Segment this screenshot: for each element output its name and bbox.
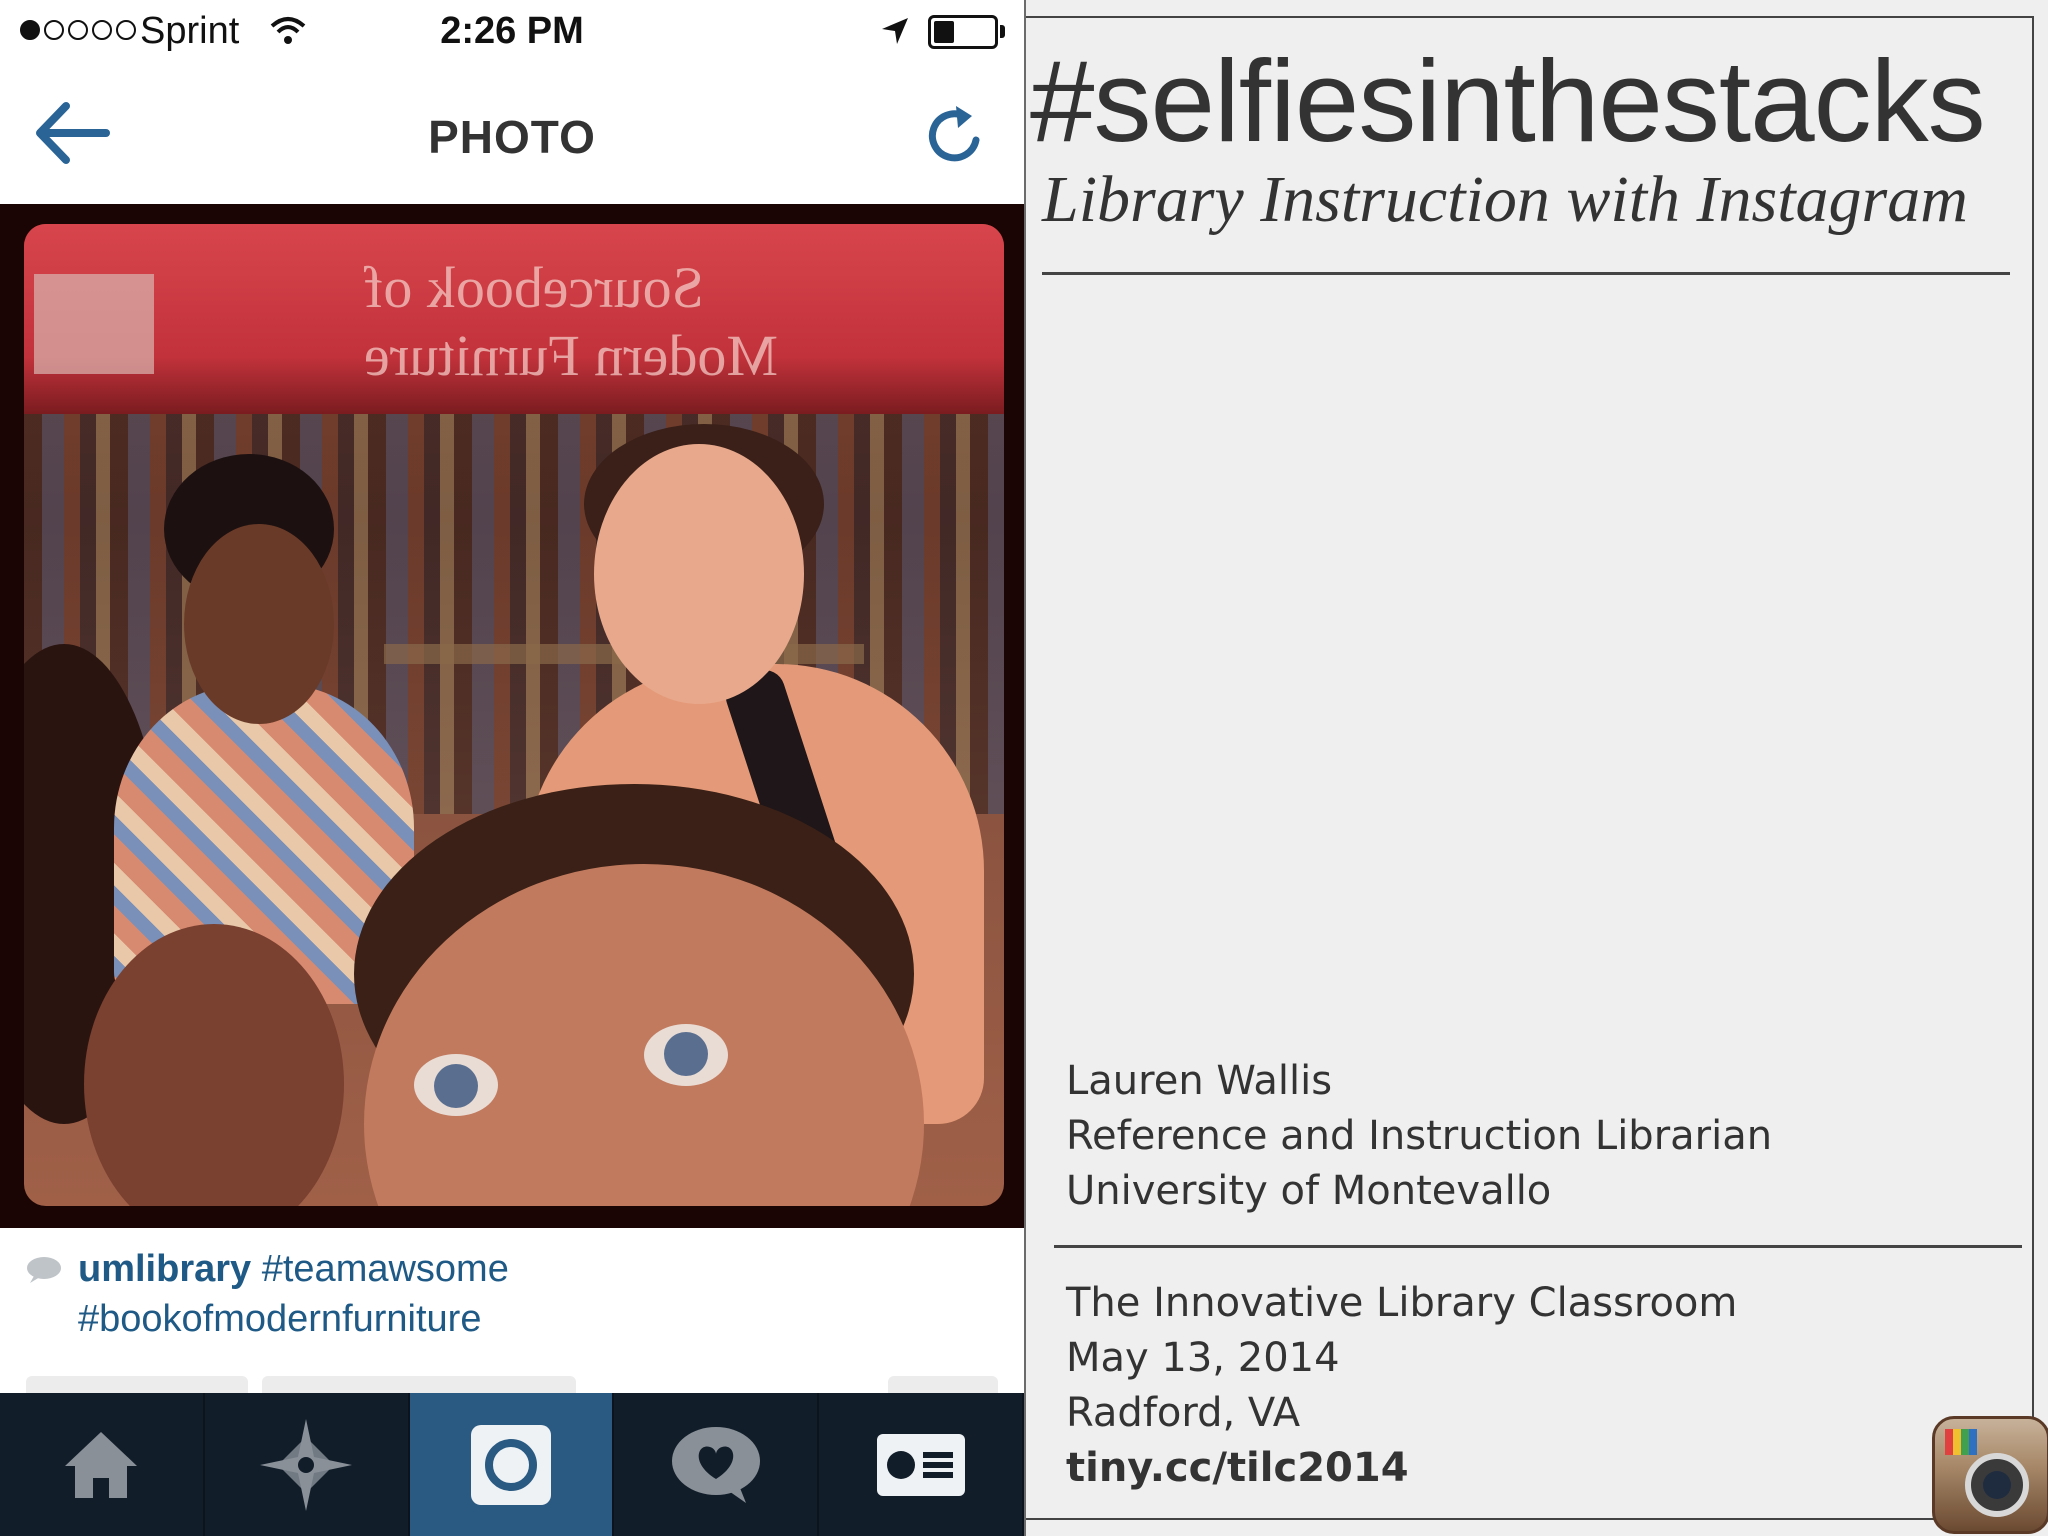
- battery-icon: [928, 15, 998, 49]
- tab-home[interactable]: [0, 1393, 205, 1536]
- profile-card-icon: [875, 1432, 967, 1498]
- event-date: May 13, 2014: [1066, 1335, 1340, 1381]
- selfie-photo[interactable]: Sourcebook of Modern Furniture: [24, 224, 1004, 1206]
- tab-explore[interactable]: [205, 1393, 410, 1536]
- status-time: 2:26 PM: [440, 10, 584, 52]
- sign-line-1: Sourcebook of: [364, 255, 704, 320]
- presenter-role: Reference and Instruction Librarian: [1066, 1113, 1773, 1159]
- explore-star-icon: [258, 1417, 354, 1513]
- event-info: The Innovative Library Classroom May 13,…: [1066, 1276, 1737, 1496]
- caption-username-link[interactable]: umlibrary: [78, 1248, 251, 1290]
- presentation-slide: #selfiesinthestacks Library Instruction …: [1024, 0, 2048, 1536]
- presenter-info: Lauren Wallis Reference and Instruction …: [1066, 1054, 1772, 1219]
- event-link[interactable]: tiny.cc/tilc2014: [1066, 1441, 1737, 1496]
- eye-right: [644, 1024, 728, 1086]
- eye-left: [414, 1054, 498, 1116]
- photo-caption: umlibrary #teamawsome #bookofmodernfurni…: [0, 1228, 1024, 1396]
- shelf-sign: Sourcebook of Modern Furniture: [24, 224, 1004, 414]
- activity-heart-icon: [670, 1425, 762, 1505]
- tab-profile[interactable]: [819, 1393, 1024, 1536]
- person-back-right-face: [594, 444, 804, 704]
- status-bar: Sprint 2:26 PM: [0, 0, 1024, 64]
- comment-bubble-icon: [26, 1256, 62, 1284]
- sign-line-2: Modern Furniture: [364, 323, 778, 388]
- photo-frame: Sourcebook of Modern Furniture: [0, 204, 1024, 1228]
- divider-top: [1042, 272, 2010, 275]
- event-name: The Innovative Library Classroom: [1066, 1280, 1738, 1326]
- person-back-left-face: [184, 524, 334, 724]
- page-title: PHOTO: [428, 111, 596, 163]
- navigation-bar: PHOTO: [0, 64, 1024, 204]
- hashtag-bookofmodernfurniture[interactable]: #bookofmodernfurniture: [78, 1298, 481, 1340]
- instagram-logo-icon: [1932, 1416, 2048, 1534]
- slide-title: #selfiesinthestacks: [1030, 36, 1986, 166]
- tab-bar: [0, 1393, 1024, 1536]
- refresh-icon[interactable]: [920, 100, 990, 170]
- presenter-name: Lauren Wallis: [1066, 1058, 1333, 1104]
- camera-icon: [469, 1423, 553, 1507]
- shelf-label-sticker: [34, 274, 154, 374]
- caption-line-2: #bookofmodernfurniture: [78, 1298, 481, 1341]
- event-location: Radford, VA: [1066, 1390, 1301, 1436]
- slide-subtitle: Library Instruction with Instagram: [1042, 163, 1968, 236]
- instagram-phone-screen: Sprint 2:26 PM PHOTO Sourcebook of Moder…: [0, 0, 1024, 1536]
- battery-tip: [1000, 25, 1005, 38]
- home-icon: [61, 1428, 141, 1502]
- presenter-org: University of Montevallo: [1066, 1168, 1552, 1214]
- caption-line-1: umlibrary #teamawsome: [78, 1248, 509, 1291]
- location-arrow-icon: [880, 16, 910, 51]
- hashtag-teamawsome[interactable]: #teamawsome: [262, 1248, 509, 1290]
- tab-camera[interactable]: [409, 1393, 615, 1536]
- sign-text: Sourcebook of Modern Furniture: [364, 254, 964, 390]
- tab-activity[interactable]: [614, 1393, 820, 1536]
- divider-middle: [1054, 1245, 2022, 1248]
